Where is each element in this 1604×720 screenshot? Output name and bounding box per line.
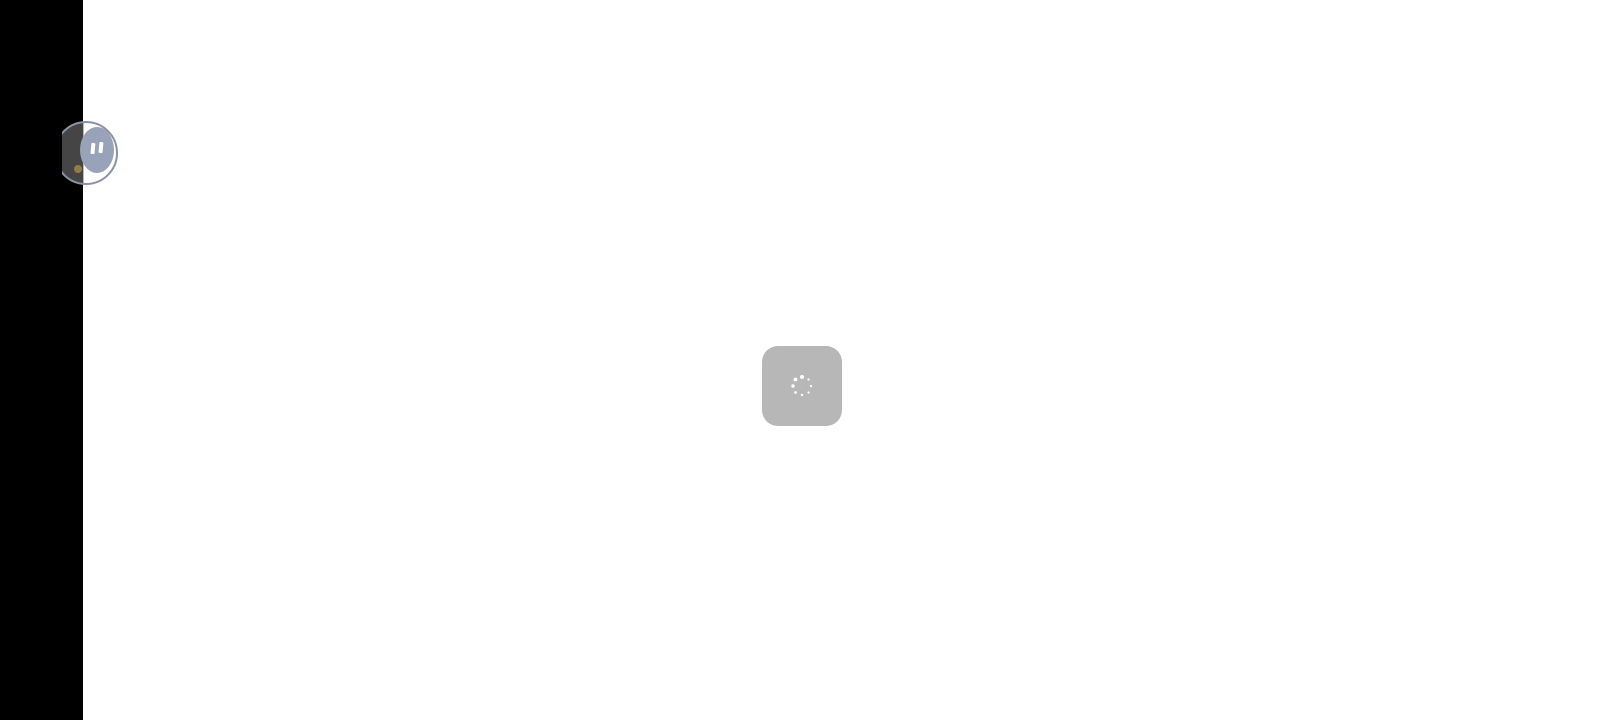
floating-assistant-ball[interactable] [62, 121, 118, 185]
pause-icon [62, 121, 118, 185]
display-cutout-bar [0, 0, 83, 720]
spinner-icon [791, 375, 813, 397]
content-area [83, 0, 1604, 720]
app-screen [0, 0, 1604, 720]
loading-dialog [762, 346, 842, 426]
